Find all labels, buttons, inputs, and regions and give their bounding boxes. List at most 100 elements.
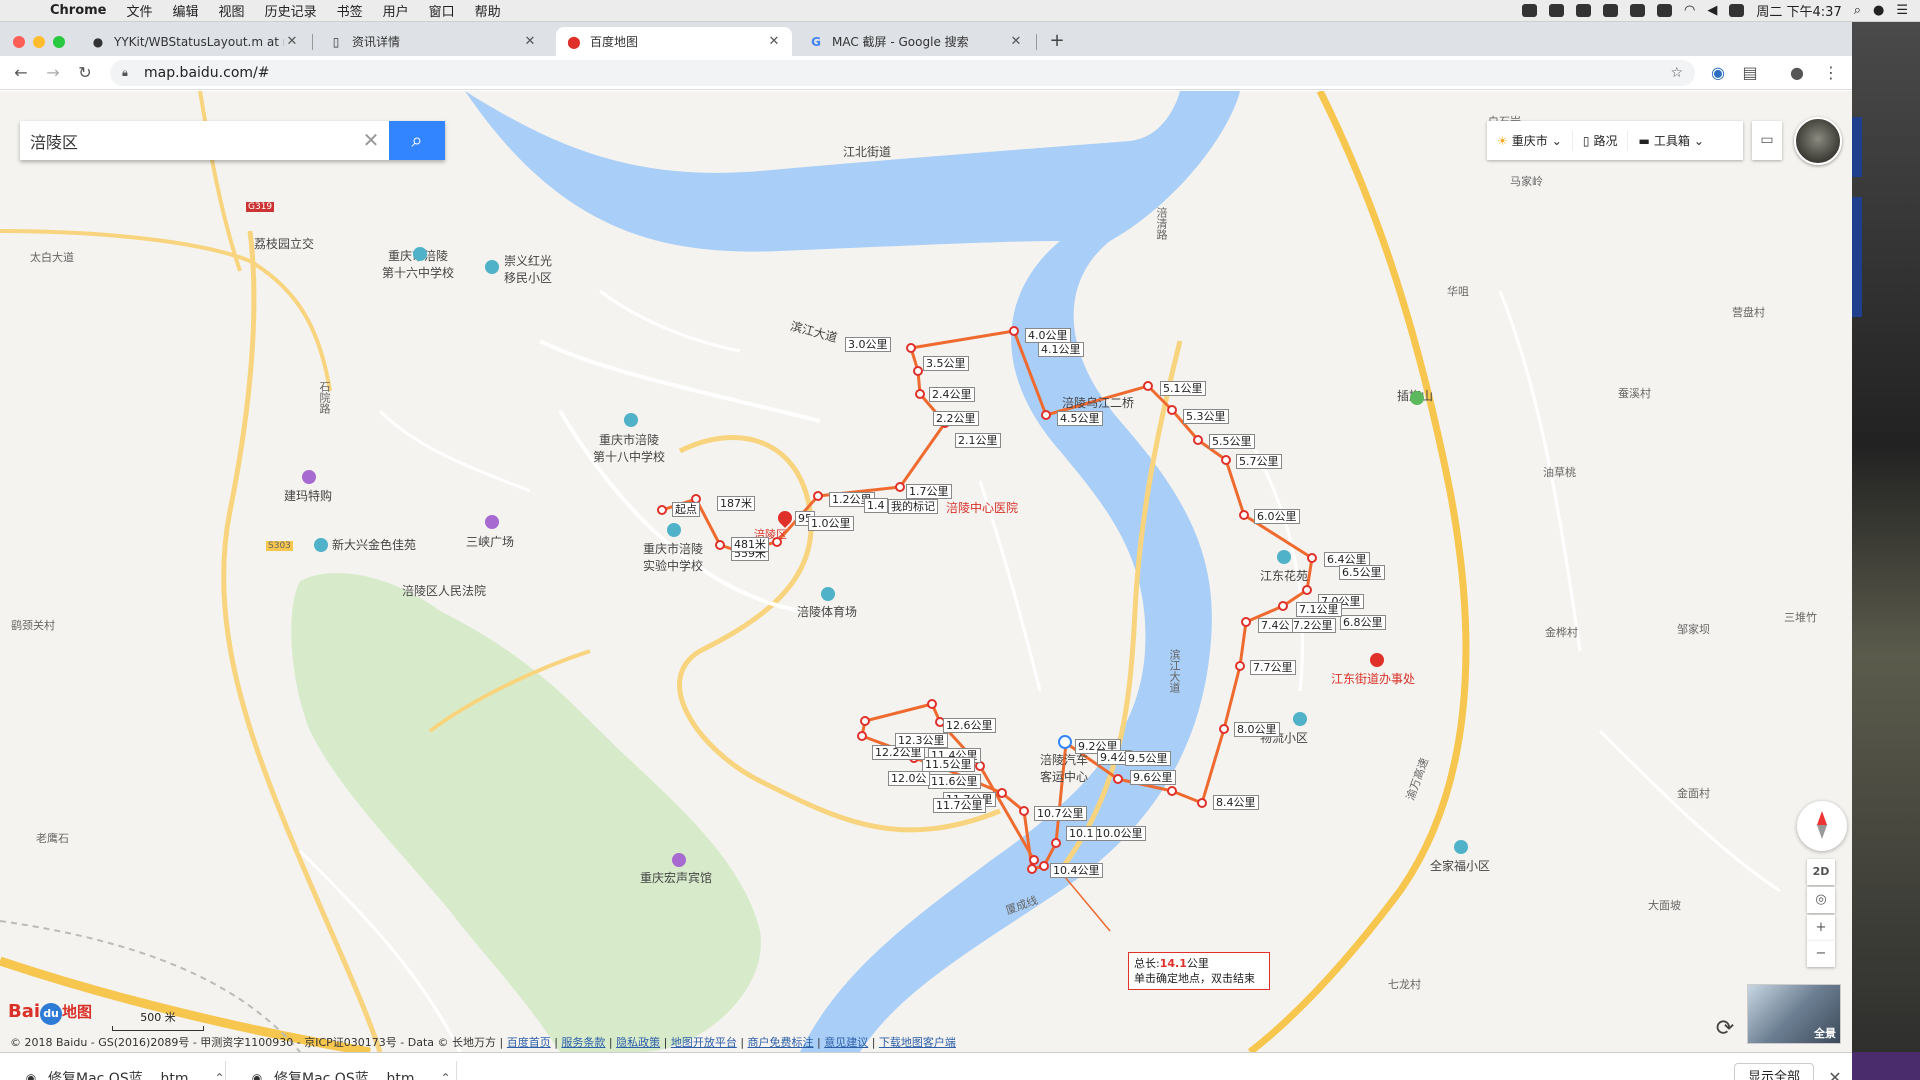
plaza-poi-icon[interactable] bbox=[485, 515, 499, 529]
route-vertex[interactable] bbox=[1307, 553, 1317, 563]
avatar[interactable] bbox=[1794, 117, 1842, 165]
grid-icon[interactable] bbox=[1657, 4, 1673, 17]
government-poi-icon[interactable] bbox=[1370, 653, 1384, 667]
mountain-poi-icon[interactable] bbox=[1410, 391, 1424, 405]
route-vertex[interactable] bbox=[1221, 455, 1231, 465]
close-tab-icon[interactable]: ✕ bbox=[522, 34, 538, 49]
zoom-window-button[interactable] bbox=[53, 36, 65, 48]
status-app-icon[interactable] bbox=[1630, 4, 1646, 17]
route-vertex[interactable] bbox=[906, 343, 916, 353]
residential-poi-icon[interactable] bbox=[485, 260, 499, 274]
link-baidu-home[interactable]: 百度首页 bbox=[507, 1036, 551, 1049]
menu-edit[interactable]: 编辑 bbox=[163, 1, 209, 20]
address-bar[interactable]: 🔒︎ map.baidu.com/# ☆ bbox=[110, 60, 1695, 86]
close-tab-icon[interactable]: ✕ bbox=[1008, 34, 1024, 49]
residential-poi-icon[interactable] bbox=[1293, 712, 1307, 726]
close-shelf-icon[interactable]: ✕ bbox=[1823, 1063, 1847, 1080]
route-vertex[interactable] bbox=[1302, 585, 1312, 595]
menu-history[interactable]: 历史记录 bbox=[255, 1, 327, 20]
minimize-window-button[interactable] bbox=[33, 36, 45, 48]
route-vertex[interactable] bbox=[715, 540, 725, 550]
chevron-up-icon[interactable]: ⌃ bbox=[215, 1071, 225, 1080]
panorama-thumbnail[interactable]: 全景 bbox=[1747, 984, 1841, 1044]
route-vertex[interactable] bbox=[1235, 661, 1245, 671]
clear-icon[interactable]: ✕ bbox=[353, 121, 389, 160]
lock-icon[interactable]: 🔒︎ bbox=[122, 66, 136, 80]
tab-baidu-map[interactable]: ⬤ 百度地图 ✕ bbox=[556, 27, 792, 56]
link-terms[interactable]: 服务条款 bbox=[561, 1036, 605, 1049]
residential-poi-icon[interactable] bbox=[1454, 840, 1468, 854]
residential-poi-icon[interactable] bbox=[314, 538, 328, 552]
locate-button[interactable]: ◎ bbox=[1807, 887, 1835, 913]
input-method-icon[interactable] bbox=[1729, 4, 1745, 17]
link-privacy[interactable]: 隐私政策 bbox=[616, 1036, 660, 1049]
route-vertex[interactable] bbox=[927, 699, 937, 709]
route-vertex[interactable] bbox=[857, 731, 867, 741]
route-vertex[interactable] bbox=[657, 505, 667, 515]
forward-button[interactable]: → bbox=[40, 60, 66, 86]
city-selector[interactable]: ☀ 重庆市 ⌄ bbox=[1487, 130, 1573, 151]
school-poi-icon[interactable] bbox=[624, 413, 638, 427]
route-vertex[interactable] bbox=[1009, 326, 1019, 336]
route-vertex[interactable] bbox=[1041, 410, 1051, 420]
residential-poi-icon[interactable] bbox=[1277, 550, 1291, 564]
search-button[interactable]: ⌕ bbox=[389, 121, 445, 160]
route-vertex[interactable] bbox=[1039, 861, 1049, 871]
new-tab-button[interactable]: + bbox=[1046, 30, 1068, 52]
route-vertex[interactable] bbox=[1029, 855, 1039, 865]
wifi-icon[interactable]: ◠ bbox=[1684, 3, 1695, 18]
profile-icon[interactable]: ● bbox=[1784, 60, 1810, 86]
route-vertex[interactable] bbox=[915, 389, 925, 399]
menu-help[interactable]: 帮助 bbox=[465, 1, 511, 20]
route-vertex[interactable] bbox=[860, 716, 870, 726]
back-button[interactable]: ← bbox=[8, 60, 34, 86]
route-vertex[interactable] bbox=[813, 491, 823, 501]
route-vertex[interactable] bbox=[1241, 617, 1251, 627]
close-tab-icon[interactable]: ✕ bbox=[766, 34, 782, 49]
menu-view[interactable]: 视图 bbox=[209, 1, 255, 20]
cloud-icon[interactable] bbox=[1549, 4, 1565, 17]
toolbox-menu[interactable]: ▬ 工具箱 ⌄ bbox=[1628, 131, 1713, 151]
route-vertex[interactable] bbox=[1113, 774, 1123, 784]
route-vertex[interactable] bbox=[1027, 864, 1037, 874]
notification-center-icon[interactable]: ☰ bbox=[1896, 3, 1908, 18]
school-poi-icon[interactable] bbox=[413, 247, 427, 261]
route-vertex[interactable] bbox=[1219, 724, 1229, 734]
link-feedback[interactable]: 意见建议 bbox=[824, 1036, 868, 1049]
refresh-icon[interactable]: ⟳ bbox=[1712, 1016, 1738, 1042]
route-vertex[interactable] bbox=[1167, 405, 1177, 415]
route-vertex[interactable] bbox=[1143, 381, 1153, 391]
message-button[interactable]: ▭ bbox=[1752, 121, 1782, 160]
zoom-out-button[interactable]: − bbox=[1807, 941, 1835, 967]
extension-icon[interactable]: ▤ bbox=[1737, 60, 1763, 86]
download-item[interactable]: ◉ 修复Mac OS蓝....htm ⌃ bbox=[22, 1061, 225, 1080]
chevron-up-icon[interactable]: ⌃ bbox=[441, 1071, 451, 1080]
close-tab-icon[interactable]: ✕ bbox=[284, 34, 300, 49]
menu-bookmarks[interactable]: 书签 bbox=[327, 1, 373, 20]
link-download-client[interactable]: 下载地图客户端 bbox=[879, 1036, 956, 1049]
tab-news-detail[interactable]: ▯ 资讯详情 ✕ bbox=[318, 27, 548, 56]
route-vertex[interactable] bbox=[1239, 510, 1249, 520]
route-vertex[interactable] bbox=[1193, 435, 1203, 445]
traffic-toggle[interactable]: ▯ 路况 bbox=[1573, 130, 1629, 151]
route-vertex[interactable] bbox=[1051, 838, 1061, 848]
wechat-icon[interactable] bbox=[1522, 4, 1538, 17]
route-vertex[interactable] bbox=[895, 482, 905, 492]
2d-toggle-button[interactable]: 2D bbox=[1807, 859, 1835, 885]
menu-file[interactable]: 文件 bbox=[117, 1, 163, 20]
school-poi-icon[interactable] bbox=[667, 523, 681, 537]
route-vertex[interactable] bbox=[975, 761, 985, 771]
route-vertex[interactable] bbox=[1167, 786, 1177, 796]
menu-kebab-icon[interactable]: ⋮ bbox=[1818, 60, 1844, 86]
map-canvas[interactable]: 江北街道 白石岩 马家岭 华咀 营盘村 插旗山 蚕溪村 油草桃 金桦村 邹家坝 … bbox=[0, 91, 1852, 1052]
compass[interactable] bbox=[1797, 801, 1847, 851]
clock[interactable]: 周二 下午4:37 bbox=[1756, 1, 1841, 20]
download-item[interactable]: ◉ 修复Mac OS蓝....htm ⌃ bbox=[248, 1061, 451, 1080]
menu-window[interactable]: 窗口 bbox=[419, 1, 465, 20]
stadium-poi-icon[interactable] bbox=[821, 587, 835, 601]
siri-icon[interactable]: ● bbox=[1873, 3, 1884, 18]
route-vertex[interactable] bbox=[913, 366, 923, 376]
route-vertex[interactable] bbox=[997, 788, 1007, 798]
status-app-icon[interactable] bbox=[1576, 4, 1592, 17]
link-merchant[interactable]: 商户免费标注 bbox=[748, 1036, 814, 1049]
